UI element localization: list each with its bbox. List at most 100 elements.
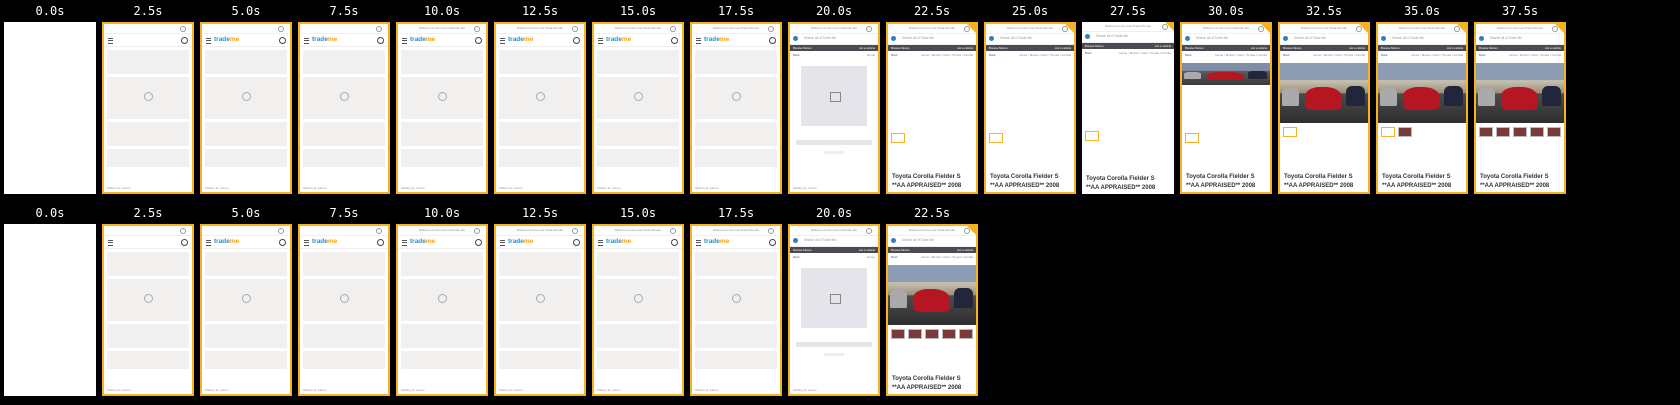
filmstrip-frame[interactable]: Welcome to the new Trade Me site Search a… bbox=[1376, 22, 1468, 194]
search-input[interactable]: Search all of Trade Me bbox=[1096, 34, 1128, 38]
filmstrip-frame[interactable]: Welcome to the new Trade Me site Search a… bbox=[886, 22, 978, 194]
photo-thumbnail[interactable] bbox=[1398, 127, 1412, 137]
back-link[interactable]: Back bbox=[891, 53, 898, 57]
filmstrip-frame[interactable]: Welcome to the new Trade Me site trademe W… bbox=[396, 224, 488, 396]
listing-photo[interactable] bbox=[888, 265, 976, 325]
filmstrip-frame[interactable]: Welcome to the new Trade Me site trademe W… bbox=[494, 22, 586, 194]
browse-motors-button[interactable]: Browse Motors bbox=[891, 46, 910, 50]
account-icon[interactable] bbox=[475, 37, 482, 44]
filmstrip-frame[interactable]: Welcome to the new Trade Me site Search a… bbox=[1082, 22, 1174, 194]
filmstrip-frame[interactable]: Waiting for patent bbox=[102, 22, 194, 194]
listing-photo[interactable] bbox=[1280, 63, 1368, 123]
filmstrip-frame[interactable]: Welcome to the new Trade Me site trademe W… bbox=[494, 224, 586, 396]
hamburger-menu-icon[interactable] bbox=[402, 240, 407, 246]
hamburger-menu-icon[interactable] bbox=[304, 240, 309, 246]
help-icon[interactable] bbox=[866, 228, 872, 234]
account-icon[interactable] bbox=[671, 239, 678, 246]
photo-thumbnail[interactable] bbox=[1513, 127, 1527, 137]
back-link[interactable]: Back bbox=[1479, 53, 1486, 57]
filmstrip-frame[interactable]: Welcome to the new Trade Me site Search a… bbox=[886, 224, 978, 396]
help-icon[interactable] bbox=[670, 228, 676, 234]
hamburger-menu-icon[interactable] bbox=[108, 38, 113, 44]
hamburger-menu-icon[interactable] bbox=[598, 38, 603, 44]
breadcrumb-path[interactable]: Home / Motors / Cars / Toyota / Corolla bbox=[1119, 49, 1171, 57]
photo-thumbnail[interactable] bbox=[989, 133, 1003, 143]
search-input[interactable]: Search all of Trade Me bbox=[1294, 36, 1326, 40]
back-link[interactable]: Back bbox=[793, 53, 800, 57]
account-icon[interactable] bbox=[671, 37, 678, 44]
account-icon[interactable] bbox=[573, 37, 580, 44]
browse-motors-button[interactable]: Browse Motors bbox=[1381, 46, 1400, 50]
trademe-logo[interactable]: trademe bbox=[312, 36, 337, 43]
trademe-logo[interactable]: trademe bbox=[410, 238, 435, 245]
hamburger-menu-icon[interactable] bbox=[696, 38, 701, 44]
browse-motors-button[interactable]: Browse Motors bbox=[793, 248, 812, 252]
search-input[interactable]: Search all of Trade Me bbox=[804, 238, 836, 242]
breadcrumb-path[interactable]: Home / Motors / Cars / Toyota / Corolla bbox=[1313, 51, 1365, 59]
hamburger-menu-icon[interactable] bbox=[402, 38, 407, 44]
trademe-logo[interactable]: trademe bbox=[704, 36, 729, 43]
hamburger-menu-icon[interactable] bbox=[500, 38, 505, 44]
back-link[interactable]: Back bbox=[793, 255, 800, 259]
account-icon[interactable] bbox=[475, 239, 482, 246]
trademe-logo[interactable]: trademe bbox=[214, 238, 239, 245]
filmstrip-frame[interactable] bbox=[4, 22, 96, 194]
breadcrumb-path[interactable]: Home bbox=[867, 51, 875, 59]
photo-thumbnail[interactable] bbox=[959, 329, 973, 339]
trademe-bird-icon[interactable] bbox=[793, 36, 798, 41]
trademe-bird-icon[interactable] bbox=[989, 36, 994, 41]
trademe-logo[interactable]: trademe bbox=[312, 238, 337, 245]
filmstrip-frame[interactable]: Welcome to the new Trade Me site Search a… bbox=[984, 22, 1076, 194]
trademe-bird-icon[interactable] bbox=[1283, 36, 1288, 41]
help-icon[interactable] bbox=[572, 26, 578, 32]
filmstrip-frame[interactable]: Welcome to the new Trade Me site trademe W… bbox=[592, 22, 684, 194]
search-input[interactable]: Search all of Trade Me bbox=[1392, 36, 1424, 40]
help-icon[interactable] bbox=[278, 228, 284, 234]
help-icon[interactable] bbox=[278, 26, 284, 32]
browse-motors-button[interactable]: Browse Motors bbox=[891, 248, 910, 252]
filmstrip-frame[interactable]: Welcome to the new Trade Me site trademe W… bbox=[592, 224, 684, 396]
account-icon[interactable] bbox=[279, 37, 286, 44]
help-icon[interactable] bbox=[376, 26, 382, 32]
hamburger-menu-icon[interactable] bbox=[206, 240, 211, 246]
trademe-bird-icon[interactable] bbox=[1085, 34, 1090, 39]
photo-thumbnail[interactable] bbox=[1479, 127, 1493, 137]
listing-photo[interactable] bbox=[1378, 63, 1466, 123]
listing-photo[interactable] bbox=[1182, 63, 1270, 85]
breadcrumb-path[interactable]: Home / Motors / Cars / Toyota / Corolla bbox=[921, 51, 973, 59]
breadcrumb-path[interactable]: Home bbox=[867, 253, 875, 261]
trademe-logo[interactable]: trademe bbox=[410, 36, 435, 43]
filmstrip-frame[interactable]: trademe Waiting for patent bbox=[200, 224, 292, 396]
help-icon[interactable] bbox=[572, 228, 578, 234]
back-link[interactable]: Back bbox=[1085, 51, 1092, 55]
photo-thumbnail[interactable] bbox=[1283, 127, 1297, 137]
photo-thumbnail[interactable] bbox=[891, 133, 905, 143]
photo-thumbnail[interactable] bbox=[1381, 127, 1395, 137]
hamburger-menu-icon[interactable] bbox=[304, 38, 309, 44]
filmstrip-frame[interactable]: Welcome to the new Trade Me site Search a… bbox=[1180, 22, 1272, 194]
hamburger-menu-icon[interactable] bbox=[500, 240, 505, 246]
trademe-bird-icon[interactable] bbox=[1479, 36, 1484, 41]
show-more-button[interactable] bbox=[824, 353, 844, 356]
photo-thumbnail[interactable] bbox=[1530, 127, 1544, 137]
browse-motors-button[interactable]: Browse Motors bbox=[793, 46, 812, 50]
listing-photo[interactable] bbox=[1476, 63, 1564, 123]
trademe-logo[interactable]: trademe bbox=[606, 238, 631, 245]
browse-motors-button[interactable]: Browse Motors bbox=[1085, 44, 1104, 48]
photo-thumbnail[interactable] bbox=[1547, 127, 1561, 137]
filmstrip-frame[interactable] bbox=[4, 224, 96, 396]
filmstrip-frame[interactable]: Welcome to the new Trade Me site trademe W… bbox=[690, 22, 782, 194]
account-icon[interactable] bbox=[377, 37, 384, 44]
trademe-logo[interactable]: trademe bbox=[606, 36, 631, 43]
back-link[interactable]: Back bbox=[1283, 53, 1290, 57]
back-link[interactable]: Back bbox=[1185, 53, 1192, 57]
filmstrip-frame[interactable]: Waiting for patent bbox=[102, 224, 194, 396]
account-icon[interactable] bbox=[769, 37, 776, 44]
breadcrumb-path[interactable]: Home / Motors / Cars / Toyota / Corolla bbox=[921, 253, 973, 261]
back-link[interactable]: Back bbox=[989, 53, 996, 57]
help-icon[interactable] bbox=[474, 228, 480, 234]
filmstrip-frame[interactable]: Welcome to the new Trade Me site trademe W… bbox=[690, 224, 782, 396]
search-input[interactable]: Search all of Trade Me bbox=[804, 36, 836, 40]
hamburger-menu-icon[interactable] bbox=[598, 240, 603, 246]
filmstrip-frame[interactable]: Welcome to the new Trade Me site Search a… bbox=[788, 22, 880, 194]
